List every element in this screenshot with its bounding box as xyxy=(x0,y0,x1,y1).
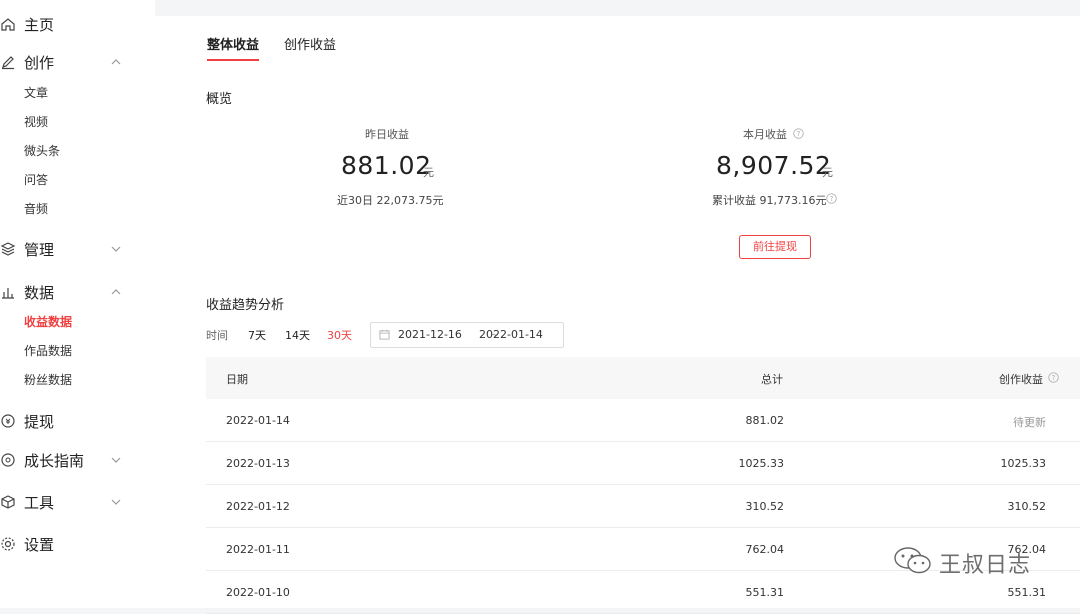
overview-title: 概览 xyxy=(206,92,233,107)
cell-creation: 551.31 xyxy=(1007,586,1047,599)
help-icon[interactable]: ? xyxy=(1048,372,1059,383)
nav-settings[interactable]: 设置 xyxy=(0,529,155,559)
yesterday-unit: 元 xyxy=(423,166,434,179)
cell-total: 310.52 xyxy=(745,500,785,513)
cell-creation: 1025.33 xyxy=(1000,457,1047,470)
yesterday-value: 881.02 xyxy=(341,151,432,180)
nav-withdraw-label: 提现 xyxy=(24,412,55,431)
header-total: 总计 xyxy=(761,373,783,386)
nav-create-label: 创作 xyxy=(24,53,55,72)
date-end[interactable]: 2022-01-14 xyxy=(479,328,543,341)
cell-date: 2022-01-13 xyxy=(226,457,290,470)
svg-text:?: ? xyxy=(1052,374,1056,382)
cell-date: 2022-01-12 xyxy=(226,500,290,513)
tab-overall-earnings[interactable]: 整体收益 xyxy=(207,34,259,53)
range-7d[interactable]: 7天 xyxy=(248,327,266,343)
date-range-picker[interactable]: 2021-12-16 ~ 2022-01-14 xyxy=(370,322,564,348)
table-row: 2022-01-13 1025.33 1025.33 xyxy=(206,442,1080,485)
nav-tools[interactable]: 工具 xyxy=(0,487,155,517)
chevron-up-icon[interactable] xyxy=(110,286,122,298)
edit-icon xyxy=(2,56,14,70)
watermark: 王叔日志 xyxy=(893,545,1053,579)
cell-total: 881.02 xyxy=(745,414,785,427)
layers-icon xyxy=(0,242,16,256)
tab-active-indicator xyxy=(207,59,259,61)
home-icon xyxy=(1,18,15,31)
chevron-down-icon[interactable] xyxy=(110,496,122,508)
cube-icon xyxy=(1,495,15,509)
bar-chart-icon xyxy=(2,288,14,299)
month-unit: 元 xyxy=(822,166,833,179)
date-start[interactable]: 2021-12-16 xyxy=(398,328,462,341)
main-panel: 整体收益 创作收益 概览 昨日收益 881.02 元 近30日 22,073.7… xyxy=(155,16,1080,614)
chevron-up-icon[interactable] xyxy=(110,56,122,68)
nav-withdraw[interactable]: 提现 xyxy=(0,406,155,436)
cell-creation: 310.52 xyxy=(1007,500,1047,513)
nav-sub-fans-data[interactable]: 粉丝数据 xyxy=(24,370,72,390)
cell-total: 1025.33 xyxy=(738,457,785,470)
header-creation: 创作收益 xyxy=(999,373,1043,386)
table-row: 2022-01-12 310.52 310.52 xyxy=(206,485,1080,528)
sidebar: 主页 创作 文章 视频 微头条 问答 音频 管理 数据 收益数据 作品数据 粉丝… xyxy=(0,0,155,608)
trend-title: 收益趋势分析 xyxy=(206,298,285,313)
tab-creation-earnings[interactable]: 创作收益 xyxy=(284,34,336,53)
range-14d[interactable]: 14天 xyxy=(285,327,310,343)
cumulative-summary: 累计收益 91,773.16元 xyxy=(712,194,827,207)
chevron-down-icon[interactable] xyxy=(110,454,122,466)
table-row: 2022-01-14 881.02 待更新 xyxy=(206,399,1080,442)
svg-text:?: ? xyxy=(797,130,801,138)
nav-sub-earnings-data[interactable]: 收益数据 xyxy=(24,312,72,332)
nav-growth[interactable]: 成长指南 xyxy=(0,445,155,475)
nav-sub-qa[interactable]: 问答 xyxy=(24,170,48,190)
svg-text:?: ? xyxy=(830,195,834,203)
last30-summary: 近30日 22,073.75元 xyxy=(337,194,444,207)
calendar-icon xyxy=(379,329,390,340)
range-30d[interactable]: 30天 xyxy=(327,327,352,343)
gear-icon xyxy=(1,537,15,551)
nav-settings-label: 设置 xyxy=(24,535,55,554)
coin-icon xyxy=(1,414,15,428)
nav-tools-label: 工具 xyxy=(24,493,55,512)
compass-icon xyxy=(1,453,15,467)
cell-total: 551.31 xyxy=(745,586,785,599)
nav-data-label: 数据 xyxy=(24,283,55,302)
nav-manage-label: 管理 xyxy=(24,240,55,259)
nav-sub-microheadline[interactable]: 微头条 xyxy=(24,141,60,161)
watermark-text: 王叔日志 xyxy=(939,553,1032,578)
yesterday-label: 昨日收益 xyxy=(365,128,409,141)
cell-date: 2022-01-10 xyxy=(226,586,290,599)
wechat-icon xyxy=(894,547,931,574)
nav-data[interactable]: 数据 xyxy=(0,277,155,307)
month-label: 本月收益 xyxy=(743,128,787,141)
chevron-down-icon[interactable] xyxy=(110,243,122,255)
cell-date: 2022-01-11 xyxy=(226,543,290,556)
nav-sub-video[interactable]: 视频 xyxy=(24,112,48,132)
help-icon[interactable]: ? xyxy=(793,128,804,139)
month-value: 8,907.52 xyxy=(716,151,832,180)
help-icon[interactable]: ? xyxy=(826,193,837,204)
header-date: 日期 xyxy=(226,373,248,386)
nav-manage[interactable]: 管理 xyxy=(0,234,155,264)
nav-home-label: 主页 xyxy=(24,15,55,34)
table-header: 日期 总计 创作收益 ? xyxy=(206,357,1080,399)
nav-create[interactable]: 创作 xyxy=(0,47,155,77)
cell-total: 762.04 xyxy=(745,543,785,556)
time-label: 时间 xyxy=(206,329,228,342)
withdraw-button[interactable]: 前往提现 xyxy=(739,235,811,259)
nav-growth-label: 成长指南 xyxy=(24,451,85,470)
nav-sub-audio[interactable]: 音频 xyxy=(24,199,48,219)
cell-date: 2022-01-14 xyxy=(226,414,290,427)
cell-creation: 待更新 xyxy=(1013,416,1046,429)
nav-sub-works-data[interactable]: 作品数据 xyxy=(24,341,72,361)
nav-home[interactable]: 主页 xyxy=(0,9,155,39)
nav-sub-article[interactable]: 文章 xyxy=(24,83,48,103)
